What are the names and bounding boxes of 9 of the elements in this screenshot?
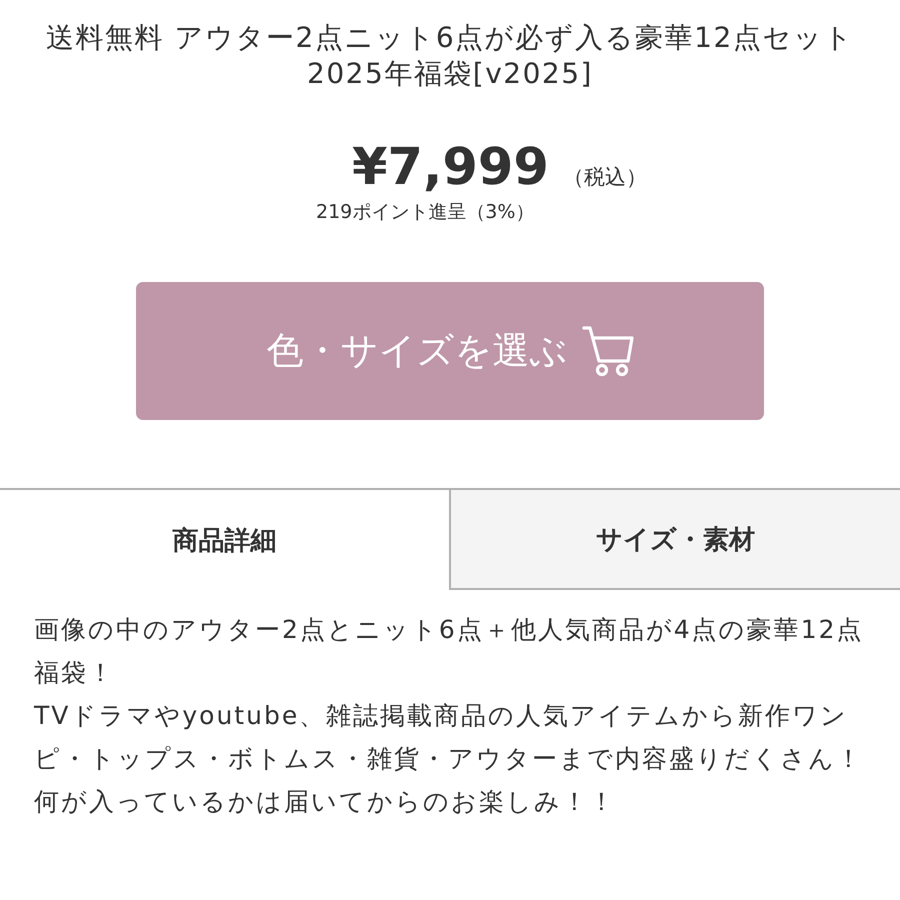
tab[interactable]: サイズ・素材: [449, 490, 900, 590]
points-note: 219ポイント進呈（3%）: [316, 201, 534, 223]
product-title: 送料無料 アウター2点ニット6点が必ず入る豪華12点セット 2025年福袋[v2025]: [45, 20, 855, 92]
description-text: 何が入っているかは届いてからのお楽しみ！！: [34, 786, 617, 818]
cart-icon: [582, 325, 634, 377]
tax-note: （税込）: [562, 164, 647, 191]
description-text: TVドラマやyoutube、雑誌掲載商品の人気アイテムから新作ワンピ・トップス・ボトムス・雑貨・アウターまで内容盛りだくさん！: [34, 700, 864, 775]
price: ¥7,999: [352, 138, 549, 198]
description-text: 画像の中のアウター2点とニット6点＋他人気商品が4点の豪華12点福袋！: [34, 614, 865, 689]
